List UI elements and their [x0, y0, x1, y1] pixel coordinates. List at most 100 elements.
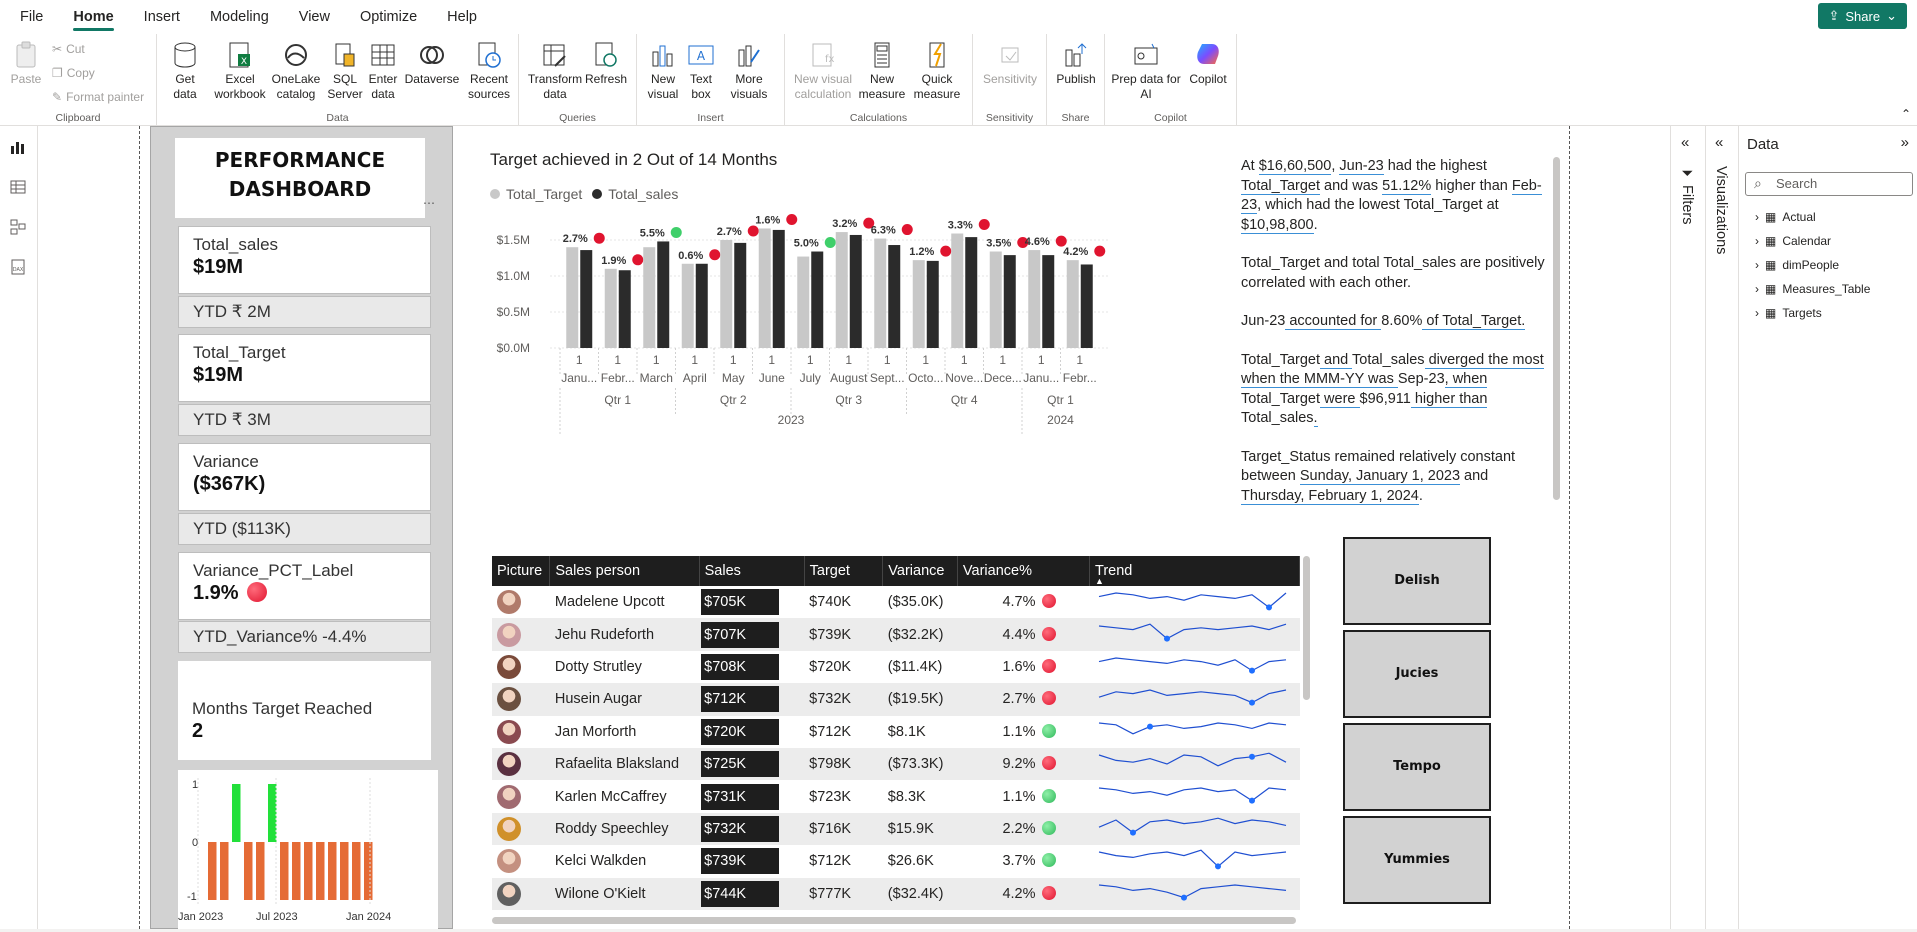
table-row[interactable]: Jehu Rudeforth $707K $739K ($32.2K) 4.4% [492, 618, 1300, 651]
copilot-button[interactable]: Copilot [1183, 40, 1233, 87]
filters-pane-collapsed[interactable]: « ⏷ Filters [1670, 126, 1705, 929]
transform-data-button[interactable]: Transform data [527, 40, 583, 102]
model-view-icon[interactable] [9, 218, 27, 236]
bar-target[interactable] [874, 238, 887, 348]
mini-bar[interactable] [280, 842, 289, 900]
col-variance[interactable]: Variance [882, 556, 958, 586]
bar-target[interactable] [951, 233, 964, 348]
table-row[interactable]: Dotty Strutley $708K $720K ($11.4K) 1.6% [492, 651, 1300, 683]
recent-sources-button[interactable]: Recent sources [463, 40, 515, 102]
refresh-button[interactable]: Refresh [583, 40, 629, 87]
table-row[interactable]: Kelci Walkden $739K $712K $26.6K 3.7% [492, 845, 1300, 877]
col-sales-person[interactable]: Sales person [549, 556, 700, 586]
menu-file[interactable]: File [0, 0, 58, 34]
mini-bar[interactable] [244, 842, 253, 900]
cut-button[interactable]: ✂ Cut [52, 42, 85, 56]
slicer-button-yummies[interactable]: Yummies [1343, 816, 1491, 904]
mini-bar[interactable] [268, 784, 277, 842]
table-row[interactable]: Madelene Upcott $705K $740K ($35.0K) 4.7% [492, 586, 1300, 618]
text-box-button[interactable]: A Text box [685, 40, 717, 102]
table-item-calendar[interactable]: › ▦ Calendar [1755, 234, 1831, 248]
slicer-button-tempo[interactable]: Tempo [1343, 723, 1491, 811]
table-row[interactable]: Husein Augar $712K $732K ($19.5K) 2.7% [492, 683, 1300, 716]
mini-bar[interactable] [328, 842, 337, 900]
mini-bar[interactable] [232, 784, 241, 842]
bar-sales[interactable] [1003, 255, 1016, 348]
mini-bar[interactable] [364, 842, 373, 900]
narrative-scrollbar[interactable] [1553, 157, 1560, 500]
data-search-input[interactable]: ⌕ Search [1745, 172, 1913, 196]
bar-target[interactable] [989, 251, 1002, 348]
table-item-targets[interactable]: › ▦ Targets [1755, 306, 1822, 320]
bar-sales[interactable] [888, 245, 901, 348]
prep-data-ai-button[interactable]: Prep data for AI [1111, 40, 1181, 102]
bar-sales[interactable] [618, 270, 631, 348]
mini-bar[interactable] [316, 842, 325, 900]
slicer-button-delish[interactable]: Delish [1343, 537, 1491, 625]
table-row[interactable]: Rafaelita Blaksland $725K $798K ($73.3K) 9.2… [492, 747, 1300, 781]
collapse-data-pane-icon[interactable]: » [1901, 134, 1909, 151]
table-row[interactable]: Karlen McCaffrey $731K $723K $8.3K 1.1% [492, 780, 1300, 812]
bar-target[interactable] [758, 228, 771, 348]
table-item-dimpeople[interactable]: › ▦ dimPeople [1755, 258, 1839, 272]
slicer-button-jucies[interactable]: Jucies [1343, 630, 1491, 718]
visualizations-pane-collapsed[interactable]: « Visualizations [1705, 126, 1738, 929]
bar-target[interactable] [797, 256, 810, 348]
new-visual-calculation-button[interactable]: fx New visual calculation [791, 40, 855, 102]
menu-view[interactable]: View [284, 0, 345, 34]
bar-sales[interactable] [1042, 255, 1055, 348]
sensitivity-button[interactable]: Sensitivity [977, 40, 1043, 87]
bar-sales[interactable] [695, 263, 708, 348]
expand-visualizations-icon[interactable]: « [1715, 134, 1723, 151]
col-picture[interactable]: Picture [492, 556, 551, 586]
table-view-icon[interactable] [9, 178, 27, 196]
excel-button[interactable]: X Excel workbook [213, 40, 267, 102]
table-row[interactable]: Wilone O'Kielt $744K $777K ($32.4K) 4.2% [492, 877, 1300, 910]
bar-target[interactable] [681, 263, 694, 348]
new-measure-button[interactable]: New measure [857, 40, 907, 102]
menu-home[interactable]: Home [58, 0, 128, 34]
bar-target[interactable] [720, 240, 733, 348]
bar-target[interactable] [566, 247, 579, 348]
paste-button[interactable]: Paste [8, 40, 44, 87]
onelake-button[interactable]: OneLake catalog [269, 40, 323, 102]
bar-target[interactable] [912, 260, 925, 348]
bar-sales[interactable] [926, 260, 939, 348]
col-target[interactable]: Target [804, 556, 884, 586]
dataverse-button[interactable]: Dataverse [401, 40, 463, 87]
mini-bar[interactable] [304, 842, 313, 900]
quick-measure-button[interactable]: Quick measure [909, 40, 965, 102]
col-variance-pct[interactable]: Variance% [957, 556, 1091, 586]
table-row[interactable]: Jan Morforth $720K $712K $8.1K 1.1% [492, 716, 1300, 748]
bar-sales[interactable] [734, 242, 747, 348]
mini-bar[interactable] [352, 842, 361, 900]
mini-bar[interactable] [208, 842, 217, 900]
bar-target[interactable] [1066, 260, 1079, 348]
table-row[interactable]: Roddy Speechley $732K $716K $15.9K 2.2% [492, 812, 1300, 846]
bar-sales[interactable] [811, 251, 824, 348]
mini-bar[interactable] [340, 842, 349, 900]
bar-sales[interactable] [657, 241, 670, 348]
mini-bar[interactable] [220, 842, 229, 900]
collapse-ribbon-icon[interactable]: ⌃ [1901, 107, 1911, 121]
col-trend[interactable]: Trend ▲ [1089, 556, 1300, 586]
menu-modeling[interactable]: Modeling [195, 0, 284, 34]
bar-sales[interactable] [1080, 264, 1093, 348]
mini-bar[interactable] [292, 842, 301, 900]
mini-bar[interactable] [256, 842, 265, 900]
more-visuals-button[interactable]: More visuals [721, 40, 777, 102]
table-hscrollbar[interactable] [492, 917, 1296, 924]
bar-sales[interactable] [849, 234, 862, 348]
col-sales[interactable]: Sales [699, 556, 805, 586]
enter-data-button[interactable]: Enter data [365, 40, 401, 102]
table-item-actual[interactable]: › ▦ Actual [1755, 210, 1816, 224]
publish-button[interactable]: Publish [1053, 40, 1099, 87]
bar-target[interactable] [1028, 250, 1041, 348]
menu-optimize[interactable]: Optimize [345, 0, 432, 34]
more-options-icon[interactable]: ⋯ [423, 196, 435, 210]
copy-button[interactable]: ❐ Copy [52, 66, 95, 80]
bar-target[interactable] [643, 247, 656, 348]
expand-filters-icon[interactable]: « [1681, 134, 1689, 151]
dax-query-icon[interactable]: DAX [9, 258, 27, 276]
new-visual-button[interactable]: New visual [643, 40, 683, 102]
